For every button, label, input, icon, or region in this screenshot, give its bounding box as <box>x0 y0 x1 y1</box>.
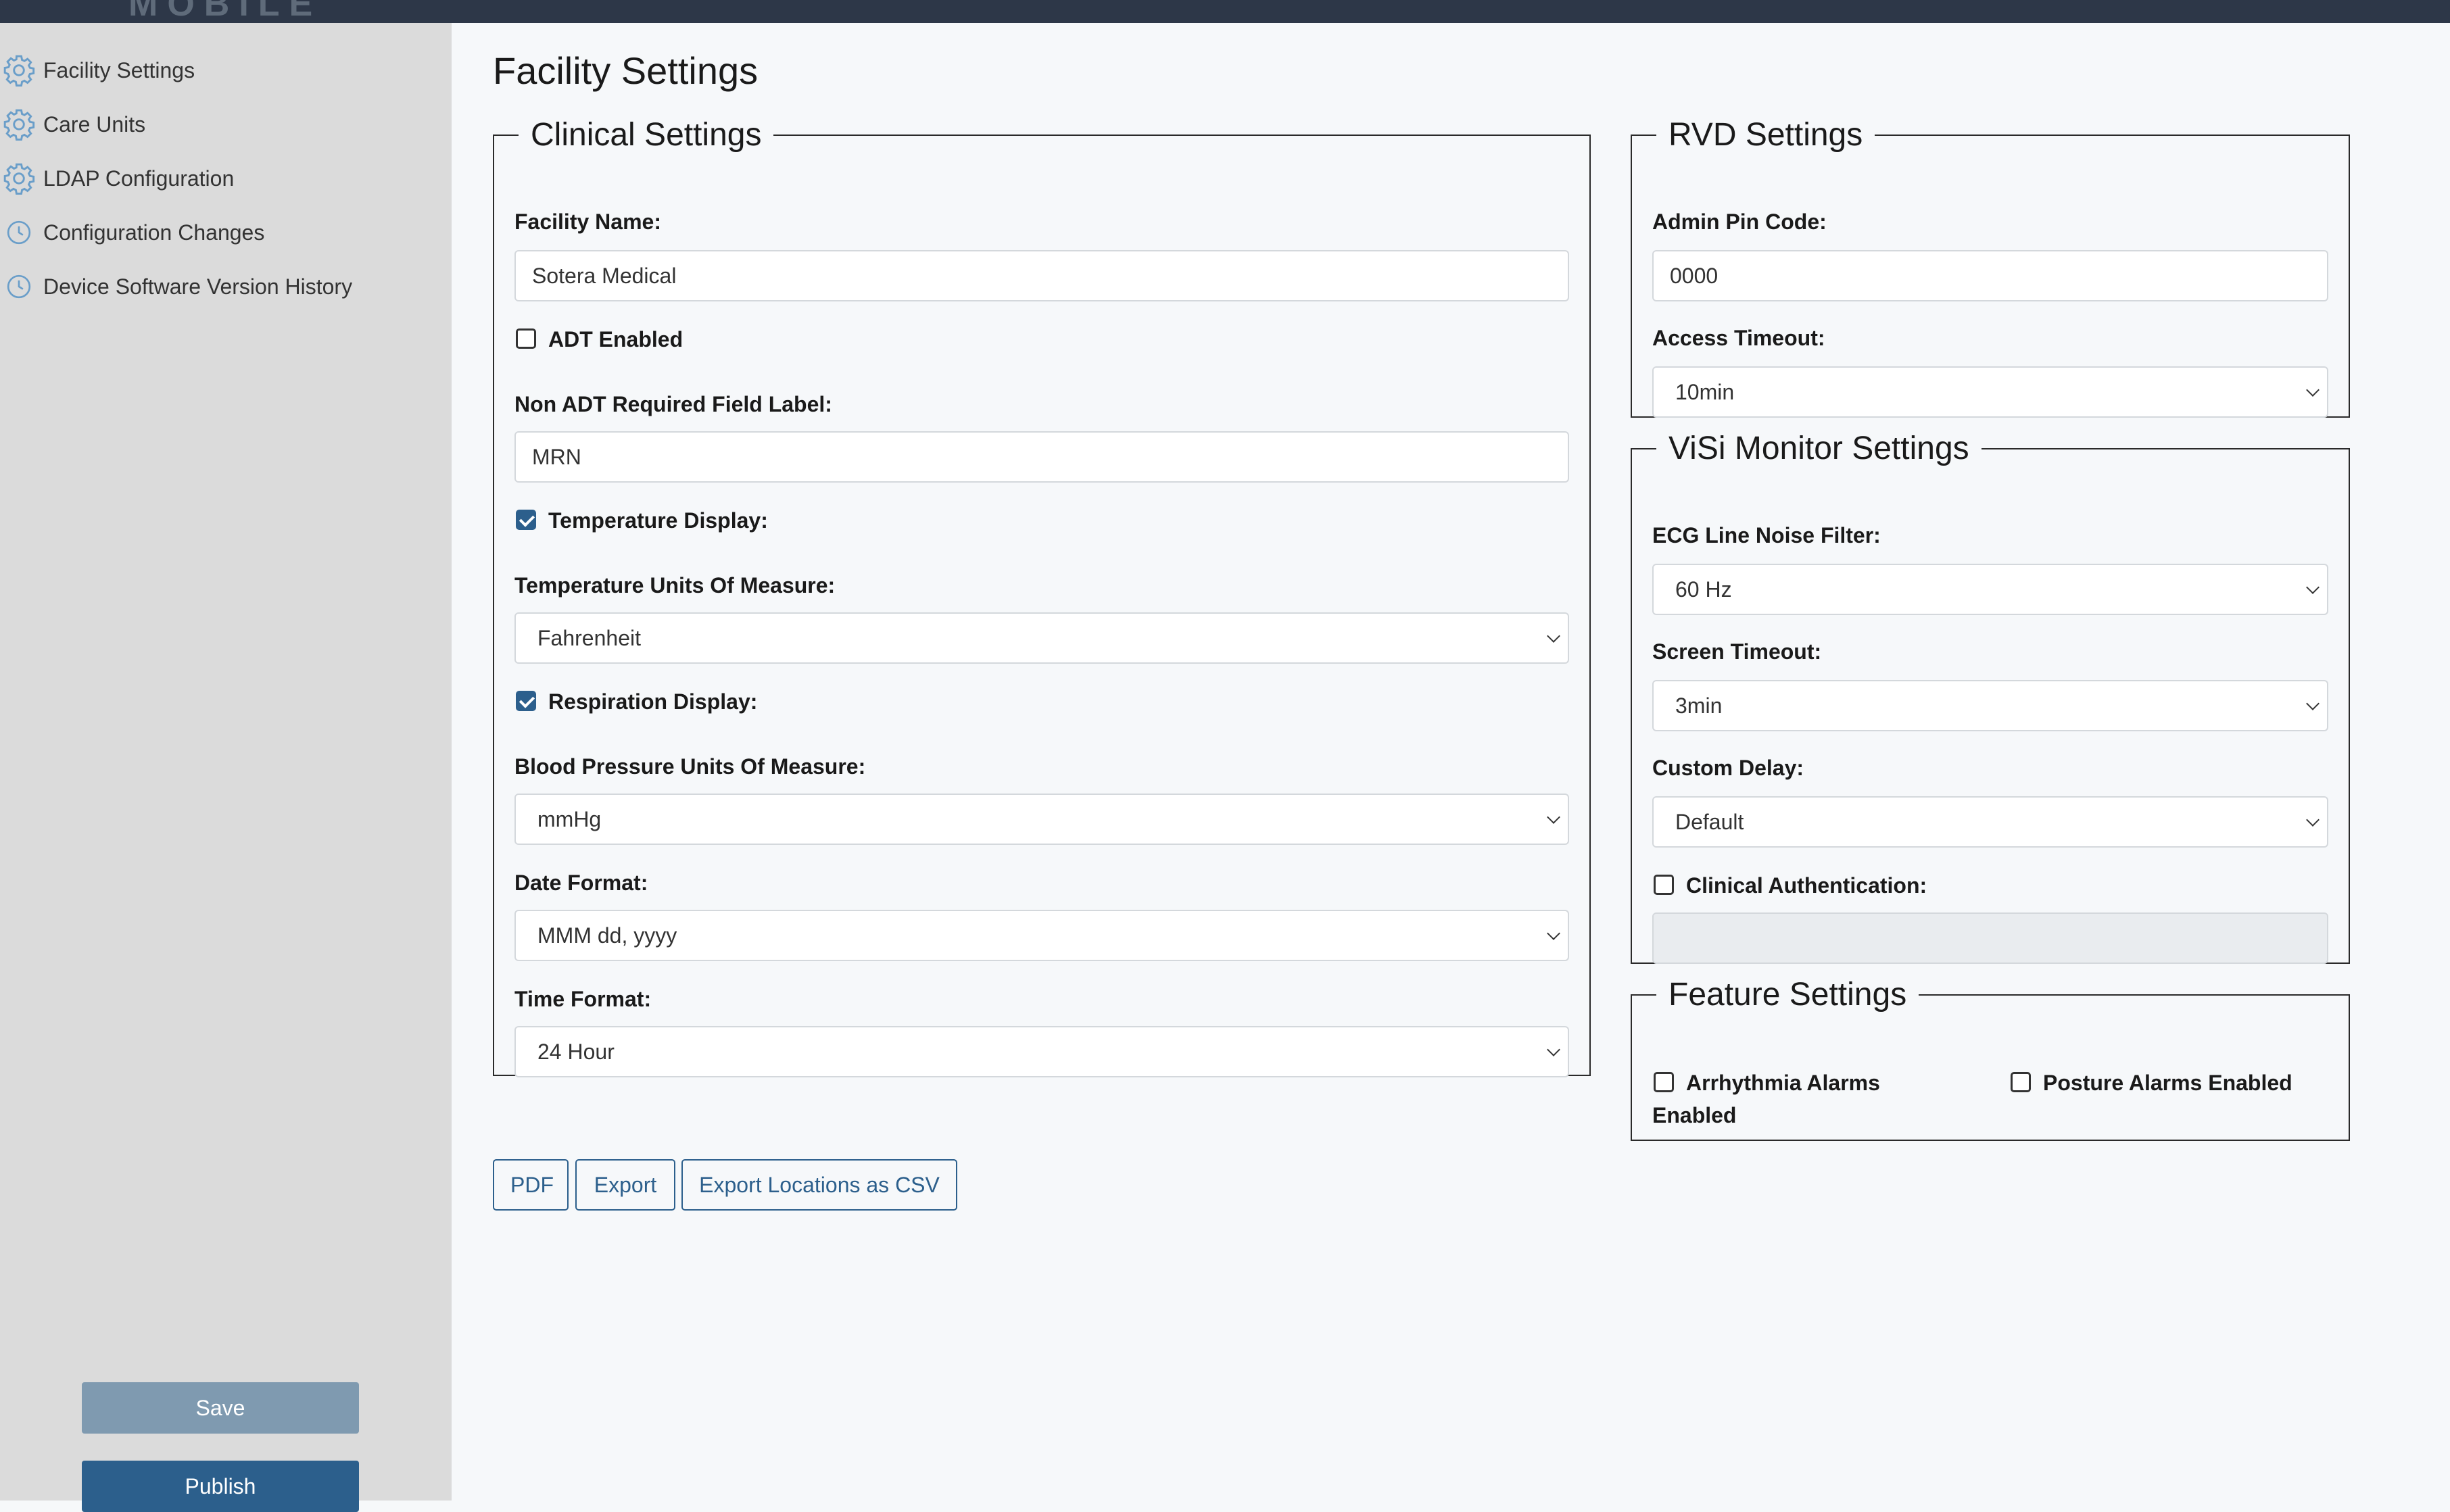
sidebar-item-label: Configuration Changes <box>43 220 265 245</box>
export-locations-csv-button[interactable]: Export Locations as CSV <box>681 1159 957 1211</box>
adt-enabled-checkbox[interactable] <box>516 328 536 349</box>
access-timeout-value: 10min <box>1675 379 1735 404</box>
admin-pin-label: Admin Pin Code: <box>1652 210 1827 234</box>
feature-settings-panel: Feature Settings Arrhythmia Alarms Enabl… <box>1631 976 2350 1141</box>
clinical-authentication-label: Clinical Authentication: <box>1686 873 1927 898</box>
sidebar-item-care-units[interactable]: Care Units <box>0 104 145 145</box>
time-format-value: 24 Hour <box>537 1039 615 1064</box>
custom-delay-select[interactable]: Default <box>1652 796 2328 848</box>
temperature-display-checkbox[interactable] <box>516 510 536 530</box>
clinical-settings-panel: Clinical Settings Facility Name: Sotera … <box>493 116 1591 1077</box>
bp-units-label: Blood Pressure Units Of Measure: <box>514 754 866 779</box>
gear-icon <box>0 160 38 197</box>
ecg-filter-select[interactable]: 60 Hz <box>1652 564 2328 615</box>
gear-icon <box>0 105 38 143</box>
sidebar-item-label: LDAP Configuration <box>43 166 235 191</box>
clock-icon <box>0 268 38 306</box>
export-button[interactable]: Export <box>575 1159 675 1211</box>
ecg-filter-value: 60 Hz <box>1675 577 1732 602</box>
feature-settings-legend: Feature Settings <box>1668 977 1907 1013</box>
facility-name-input[interactable]: Sotera Medical <box>514 250 1569 301</box>
non-adt-label: Non ADT Required Field Label: <box>514 392 832 416</box>
sidebar: Facility Settings Care Units LDAP Config… <box>0 23 452 1512</box>
temperature-display-label: Temperature Display: <box>548 508 768 533</box>
non-adt-field-input[interactable]: MRN <box>514 431 1569 483</box>
sidebar-item-ldap-configuration[interactable]: LDAP Configuration <box>0 158 234 199</box>
sidebar-item-label: Facility Settings <box>43 57 195 82</box>
chevron-down-icon <box>1547 927 1560 940</box>
visi-monitor-settings-panel: ViSi Monitor Settings ECG Line Noise Fil… <box>1631 430 2350 964</box>
ecg-filter-label: ECG Line Noise Filter: <box>1652 523 1881 547</box>
pdf-button[interactable]: PDF <box>493 1159 569 1211</box>
clinical-authentication-checkbox[interactable] <box>1654 875 1674 895</box>
access-timeout-label: Access Timeout: <box>1652 326 1825 350</box>
respiration-display-checkbox[interactable] <box>516 691 536 711</box>
top-bar: MOBILE <box>0 0 2450 23</box>
respiration-display-label: Respiration Display: <box>548 689 758 714</box>
clock-icon <box>0 214 38 251</box>
access-timeout-select[interactable]: 10min <box>1652 366 2328 418</box>
sidebar-item-label: Care Units <box>43 112 146 137</box>
admin-pin-input[interactable]: 0000 <box>1652 250 2328 301</box>
chevron-down-icon <box>1547 810 1560 824</box>
rvd-settings-legend: RVD Settings <box>1668 117 1863 153</box>
gear-icon <box>0 51 38 89</box>
bp-units-value: mmHg <box>537 806 602 831</box>
temperature-units-label: Temperature Units Of Measure: <box>514 573 836 598</box>
clinical-authentication-input <box>1652 912 2328 964</box>
chevron-down-icon <box>2306 813 2320 827</box>
date-format-label: Date Format: <box>514 871 648 895</box>
app-logo-text: MOBILE <box>128 0 322 23</box>
temperature-units-select[interactable]: Fahrenheit <box>514 612 1569 664</box>
chevron-down-icon <box>2306 697 2320 710</box>
chevron-down-icon <box>2306 383 2320 397</box>
temperature-units-value: Fahrenheit <box>537 625 641 650</box>
page-title: Facility Settings <box>493 49 759 92</box>
rvd-settings-panel: RVD Settings Admin Pin Code: 0000 Access… <box>1631 116 2350 418</box>
screen-timeout-value: 3min <box>1675 693 1723 718</box>
save-button[interactable]: Save <box>82 1382 359 1434</box>
chevron-down-icon <box>2306 581 2320 594</box>
time-format-label: Time Format: <box>514 987 652 1011</box>
screen-timeout-label: Screen Timeout: <box>1652 639 1822 664</box>
publish-button[interactable]: Publish <box>82 1461 359 1512</box>
arrhythmia-alarms-label-line2: Enabled <box>1652 1103 1737 1127</box>
custom-delay-label: Custom Delay: <box>1652 756 1804 780</box>
date-format-value: MMM dd, yyyy <box>537 923 677 948</box>
sidebar-item-label: Device Software Version History <box>43 274 353 299</box>
posture-alarms-label: Posture Alarms Enabled <box>2043 1071 2292 1095</box>
adt-enabled-label: ADT Enabled <box>548 327 683 351</box>
custom-delay-value: Default <box>1675 809 1744 834</box>
arrhythmia-alarms-checkbox[interactable] <box>1654 1072 1674 1092</box>
posture-alarms-checkbox[interactable] <box>2011 1072 2031 1092</box>
screen-timeout-select[interactable]: 3min <box>1652 680 2328 731</box>
bp-units-select[interactable]: mmHg <box>514 794 1569 845</box>
date-format-select[interactable]: MMM dd, yyyy <box>514 910 1569 961</box>
sidebar-item-facility-settings[interactable]: Facility Settings <box>0 50 195 91</box>
visi-monitor-settings-legend: ViSi Monitor Settings <box>1668 431 1969 466</box>
sidebar-item-device-software-version-history[interactable]: Device Software Version History <box>0 266 352 307</box>
sidebar-item-configuration-changes[interactable]: Configuration Changes <box>0 212 264 253</box>
chevron-down-icon <box>1547 1043 1560 1056</box>
chevron-down-icon <box>1547 629 1560 643</box>
facility-name-label: Facility Name: <box>514 210 661 234</box>
time-format-select[interactable]: 24 Hour <box>514 1026 1569 1077</box>
clinical-settings-legend: Clinical Settings <box>531 117 762 153</box>
arrhythmia-alarms-label-line1: Arrhythmia Alarms <box>1686 1071 1880 1095</box>
